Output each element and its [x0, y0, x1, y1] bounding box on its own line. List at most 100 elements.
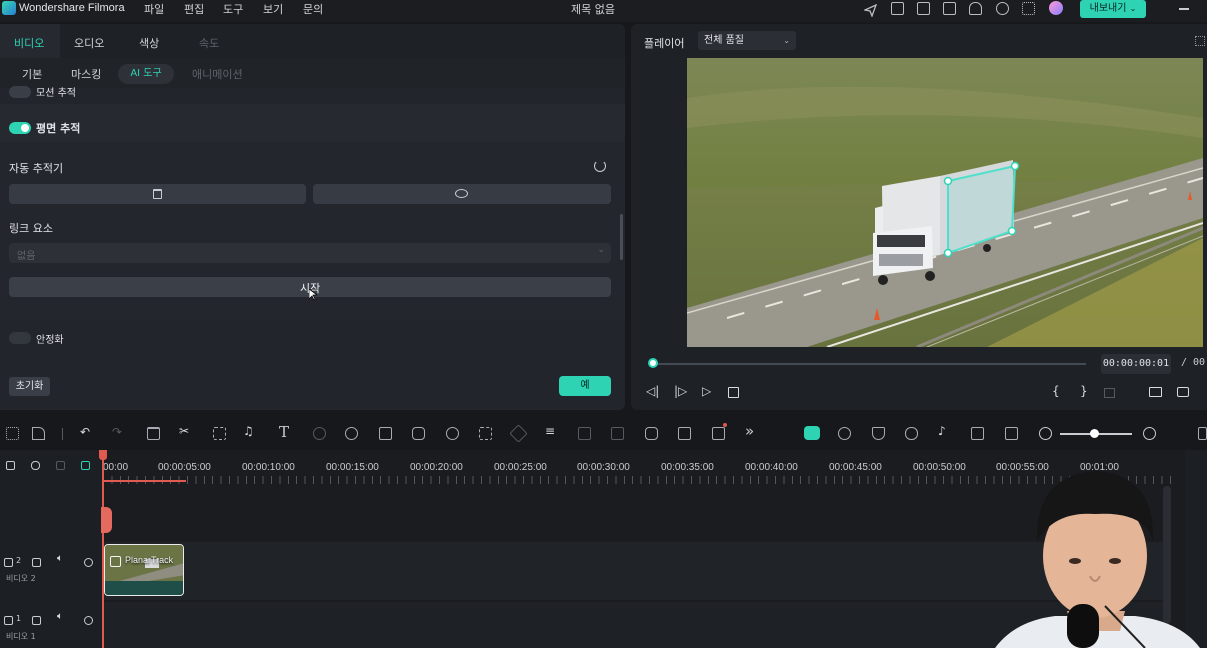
track-2-lock-icon[interactable] [32, 558, 41, 567]
render-preview-icon[interactable] [838, 427, 851, 440]
auto-reframe-icon[interactable] [712, 427, 725, 440]
menu-help[interactable]: 문의 [303, 1, 323, 17]
timer-icon[interactable] [446, 427, 459, 440]
layout-icon[interactable] [917, 2, 930, 15]
account-avatar[interactable] [1049, 1, 1063, 15]
tab-speed[interactable]: 속도 [199, 35, 219, 51]
quality-select[interactable]: 전체 품질 ⌄ [698, 31, 796, 50]
delete-icon[interactable] [147, 427, 160, 440]
menu-edit[interactable]: 편집 [184, 1, 204, 17]
tab-video[interactable]: 비디오 [14, 35, 44, 51]
prev-frame-icon[interactable]: ◁| [646, 384, 659, 398]
planar-tracking-toggle[interactable] [9, 122, 31, 134]
subtab-masking[interactable]: 마스킹 [71, 66, 101, 82]
motion-tracking-toggle[interactable] [9, 86, 31, 98]
track-1-lock-icon[interactable] [32, 616, 41, 625]
ok-button[interactable]: 예 [559, 376, 611, 396]
track-1-mute-icon[interactable]: 🔈︎ [57, 611, 63, 622]
keyframe-icon[interactable] [509, 424, 528, 443]
tab-color[interactable]: 색상 [139, 35, 159, 51]
snapshot-icon[interactable] [1177, 387, 1189, 397]
text-tool-icon[interactable]: T [279, 423, 289, 441]
link-element-select[interactable]: 없음 ⌄ [9, 243, 611, 263]
stabilize-toggle[interactable] [9, 332, 31, 344]
playhead[interactable] [102, 450, 104, 648]
reset-button[interactable]: 초기화 [9, 377, 50, 396]
video-clip[interactable]: PlanarTrack [104, 544, 184, 596]
next-frame-icon[interactable]: |▷ [674, 384, 687, 398]
playhead-marker[interactable] [101, 507, 112, 533]
delete-tracker-button[interactable] [9, 184, 306, 204]
subtab-basic[interactable]: 기본 [22, 66, 42, 82]
cut-icon[interactable]: ✂ [179, 424, 189, 438]
video-preview[interactable] [687, 58, 1203, 347]
stabilize-icon[interactable] [379, 427, 392, 440]
music-icon[interactable]: ♪ [938, 424, 946, 438]
minimize-icon[interactable] [1179, 3, 1189, 13]
planar-tracking-label: 평면 추적 [36, 122, 81, 135]
export-button[interactable]: 내보내기 ⌄ [1080, 0, 1146, 18]
select-tool-icon[interactable] [32, 427, 45, 440]
track-1-name: 비디오 1 [6, 632, 36, 641]
playhead-handle[interactable] [99, 450, 107, 460]
mark-out-icon[interactable]: } [1080, 384, 1088, 398]
menu-tools[interactable]: 도구 [223, 1, 243, 17]
send-icon[interactable] [862, 2, 878, 18]
zoom-slider-knob[interactable] [1090, 429, 1099, 438]
speed-icon[interactable] [313, 427, 326, 440]
play-icon[interactable]: ▷ [702, 384, 711, 398]
panel-toggle-icon[interactable] [1198, 427, 1207, 440]
ai-portrait-icon[interactable] [412, 427, 425, 440]
green-screen-icon[interactable] [578, 427, 591, 440]
track-2-eye-icon[interactable] [84, 558, 93, 567]
crop-icon[interactable] [213, 427, 226, 440]
ai-audio-icon[interactable] [645, 427, 658, 440]
motion-track-icon[interactable] [479, 427, 492, 440]
zoom-in-icon[interactable] [1143, 427, 1156, 440]
render-icon[interactable] [1104, 388, 1115, 398]
subtab-ai-tools[interactable]: AI 도구 [118, 64, 174, 84]
menu-file[interactable]: 파일 [144, 1, 164, 17]
track-1-eye-icon[interactable] [84, 616, 93, 625]
track-layout-icon[interactable] [56, 461, 65, 470]
smart-cutout-icon[interactable] [611, 427, 624, 440]
zoom-out-icon[interactable] [1039, 427, 1052, 440]
subtab-animation[interactable]: 애니메이션 [192, 66, 243, 82]
chevron-down-icon: ⌄ [783, 36, 790, 45]
refresh-icon[interactable] [594, 160, 606, 172]
playback-progress-knob[interactable] [648, 358, 658, 368]
mark-in-icon[interactable]: { [1052, 384, 1060, 398]
ruler-label: 00:00:50:00 [913, 462, 966, 473]
save-icon[interactable] [943, 2, 956, 15]
apps-grid-icon[interactable] [1022, 2, 1035, 15]
link-icon[interactable] [31, 461, 40, 470]
voiceover-icon[interactable] [971, 427, 984, 440]
stop-icon[interactable] [728, 387, 739, 398]
marker-icon[interactable] [872, 427, 885, 440]
layout-grid-icon[interactable] [6, 427, 19, 440]
panel-scrollbar[interactable] [620, 214, 623, 260]
color-palette-icon[interactable] [345, 427, 358, 440]
microphone-icon[interactable] [905, 427, 918, 440]
split-screen-icon[interactable] [1005, 427, 1018, 440]
more-tools-icon[interactable]: » [745, 422, 754, 440]
freeze-frame-icon[interactable] [678, 427, 691, 440]
track-2-mute-icon[interactable]: 🔈︎ [57, 553, 63, 564]
menu-view[interactable]: 보기 [263, 1, 283, 17]
playback-progress-track[interactable] [651, 363, 1086, 365]
redo-icon[interactable]: ↷ [112, 425, 122, 439]
adjust-icon[interactable]: ≡ [545, 424, 555, 438]
support-icon[interactable] [996, 2, 1009, 15]
preview-tracker-button[interactable] [313, 184, 611, 204]
feedback-icon[interactable] [891, 2, 904, 15]
grid-view-icon[interactable] [1195, 36, 1205, 46]
cloud-icon[interactable] [969, 2, 982, 15]
ai-copilot-icon[interactable] [804, 426, 820, 440]
start-tracking-button[interactable]: 시작 [9, 277, 611, 301]
tab-audio[interactable]: 오디오 [74, 35, 104, 51]
undo-icon[interactable]: ↶ [80, 425, 90, 439]
audio-edit-icon[interactable]: ♫ [243, 424, 254, 438]
magnet-icon[interactable] [81, 461, 90, 470]
monitor-icon[interactable] [1149, 387, 1162, 397]
add-track-icon[interactable] [6, 461, 15, 470]
